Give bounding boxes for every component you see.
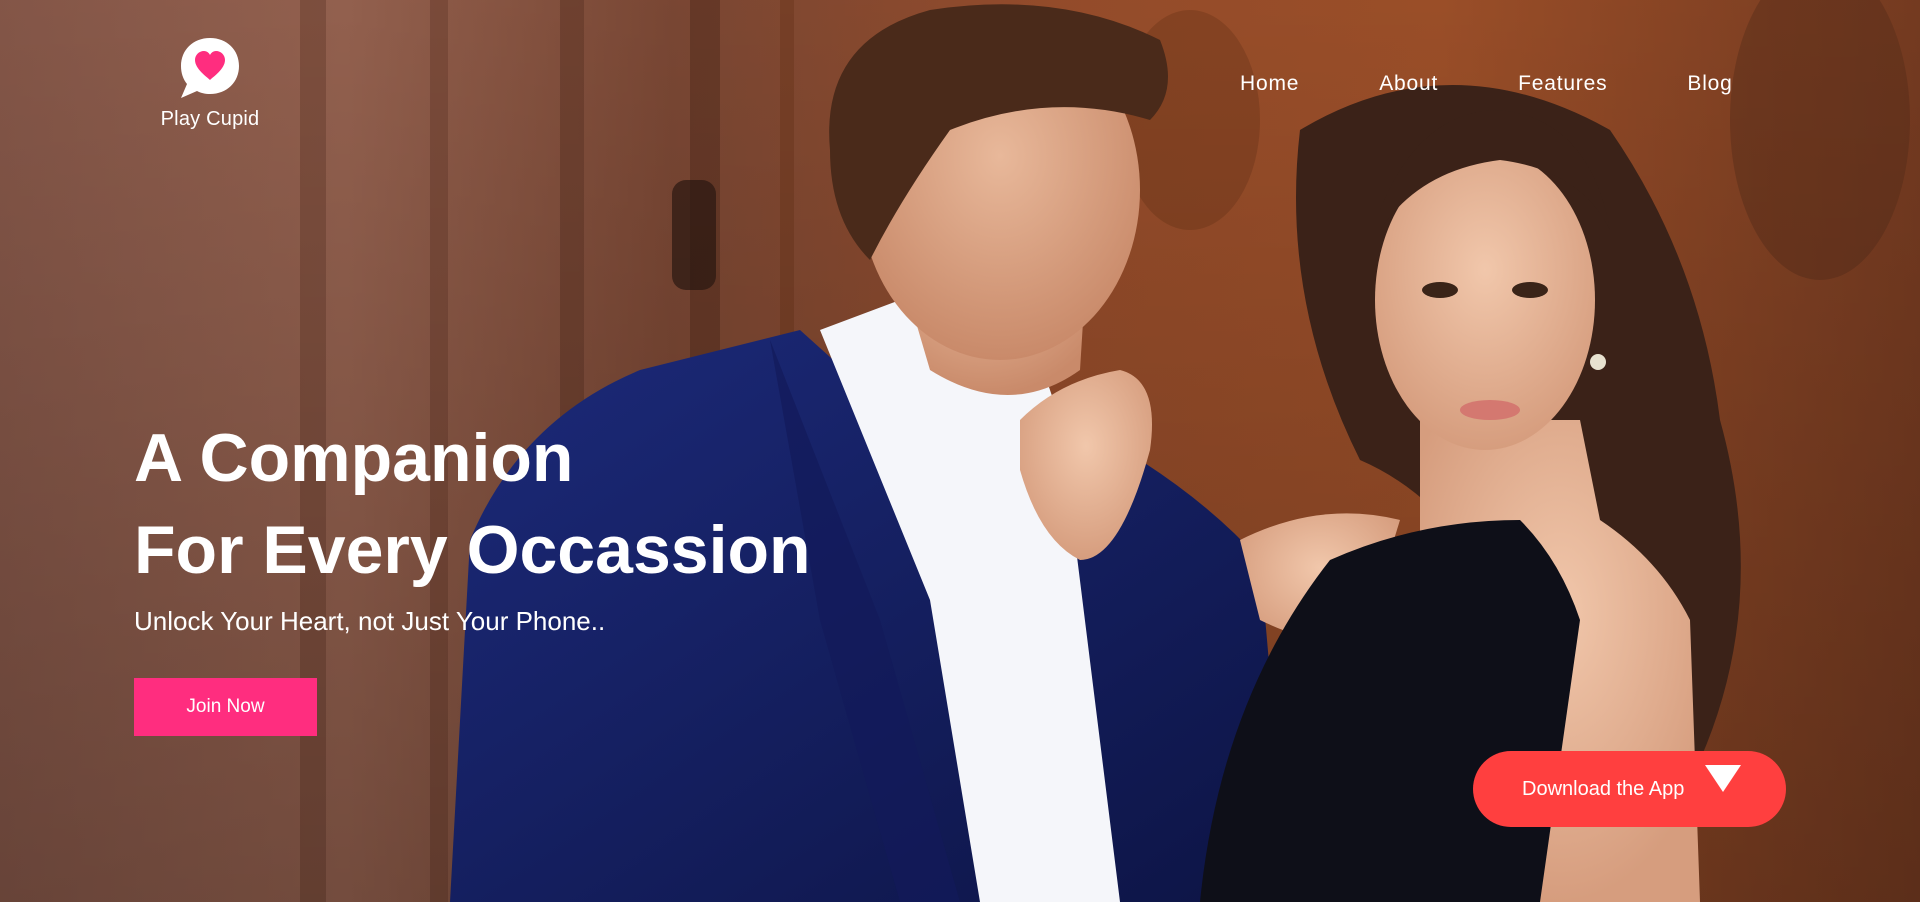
- join-now-button[interactable]: Join Now: [134, 678, 317, 736]
- heart-chat-icon: [181, 38, 239, 98]
- download-app-label: Download the App: [1522, 777, 1685, 800]
- nav-item-home[interactable]: Home: [1240, 72, 1299, 96]
- hero-headline-line-2: For Every Occassion: [134, 512, 811, 588]
- brand-logo[interactable]: Play Cupid: [160, 36, 260, 131]
- download-triangle-icon: [1705, 765, 1741, 792]
- nav-item-about[interactable]: About: [1379, 72, 1438, 96]
- brand-name: Play Cupid: [160, 108, 260, 130]
- main-nav: Home About Features Blog: [1240, 72, 1733, 96]
- hero-headline-line-1: A Companion: [134, 420, 574, 496]
- nav-item-features[interactable]: Features: [1518, 72, 1607, 96]
- nav-item-blog[interactable]: Blog: [1687, 72, 1732, 96]
- download-app-button[interactable]: Download the App: [1473, 751, 1786, 827]
- hero-headline: A Companion For Every Occassion: [134, 412, 811, 596]
- hero-subtitle: Unlock Your Heart, not Just Your Phone..: [134, 606, 606, 636]
